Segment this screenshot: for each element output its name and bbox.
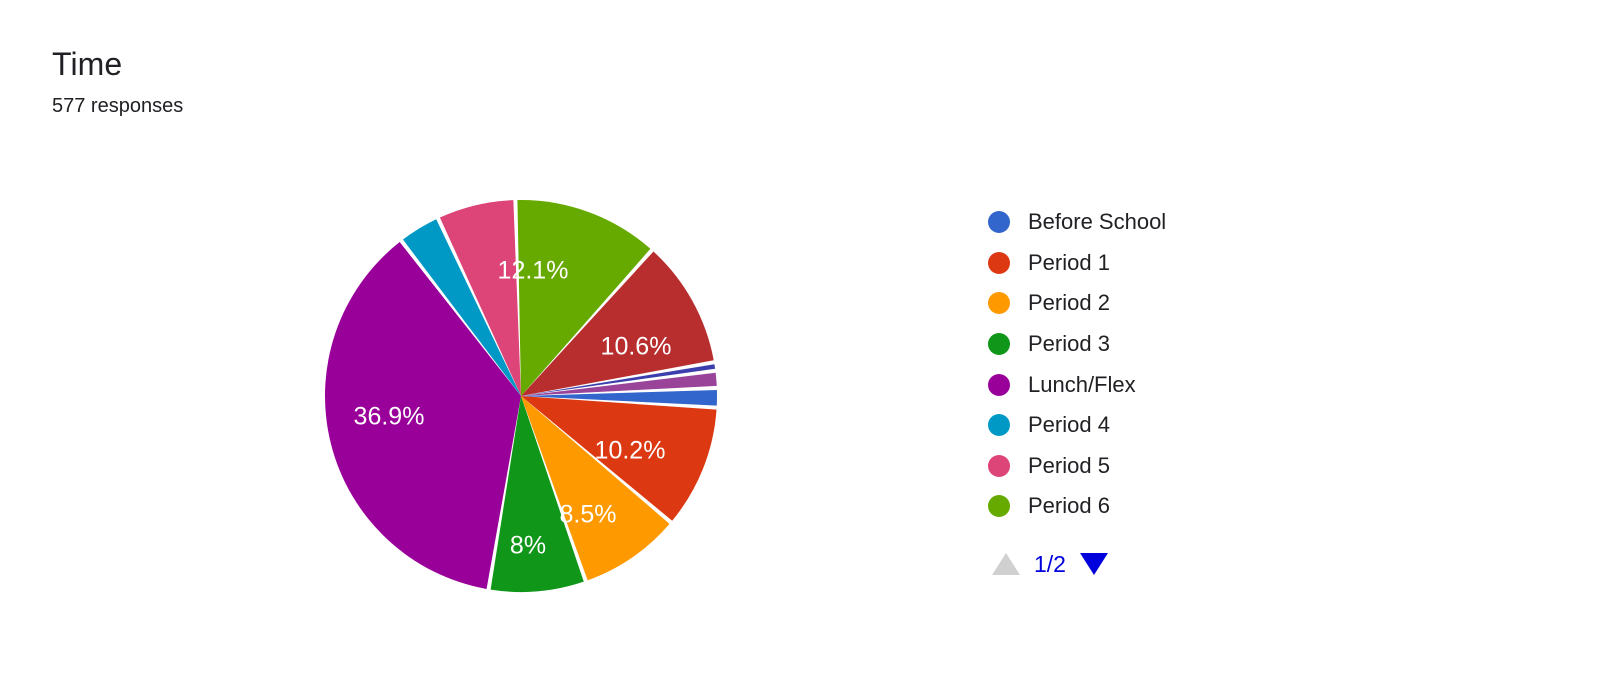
chart-area: 12.1% 10.6% 10.2% 8.5% 8% 36.9% Before School… — [0, 150, 1600, 620]
pie-slice-label: 12.1% — [498, 257, 569, 285]
legend-item-label: Period 3 — [1028, 331, 1110, 357]
response-count: 577 responses — [52, 95, 184, 117]
page-title: Time — [52, 46, 123, 82]
legend-item-label: Period 2 — [1028, 290, 1110, 316]
legend-item[interactable]: Period 5 — [988, 446, 1318, 487]
legend-item-label: Period 4 — [1028, 412, 1110, 438]
chart-header: Time 577 responses — [52, 44, 183, 120]
legend-list: Before School Period 1 Period 2 Period 3 Lun… — [988, 202, 1318, 527]
legend-item-label: Period 5 — [1028, 452, 1110, 478]
triangle-up-icon[interactable] — [992, 553, 1020, 576]
legend-item[interactable]: Lunch/Flex — [988, 364, 1318, 405]
legend-color-swatch — [988, 495, 1010, 518]
pie-chart-card: Time 577 responses 12.1% 10.6% 10.2% 8.5% 8%… — [0, 0, 1600, 673]
legend-color-swatch — [988, 292, 1010, 315]
pie-slice-label: 8% — [510, 532, 546, 560]
legend-item[interactable]: Period 6 — [988, 486, 1318, 527]
legend-pager: 1/2 — [992, 550, 1318, 577]
legend-color-swatch — [988, 251, 1010, 274]
legend-item[interactable]: Period 4 — [988, 405, 1318, 446]
pie-slice-label: 8.5% — [560, 501, 617, 529]
legend-item[interactable]: Before School — [988, 202, 1318, 243]
legend-color-swatch — [988, 373, 1010, 396]
legend-item[interactable]: Period 3 — [988, 324, 1318, 365]
legend-item-label: Period 1 — [1028, 249, 1110, 275]
triangle-down-icon[interactable] — [1079, 553, 1108, 576]
pie-slice-label: 10.6% — [601, 333, 672, 361]
legend-color-swatch — [988, 454, 1010, 477]
legend-color-swatch — [988, 414, 1010, 437]
legend-item-label: Period 6 — [1028, 493, 1110, 519]
legend-color-swatch — [988, 333, 1010, 356]
legend-color-swatch — [988, 211, 1010, 234]
pie-slice-label: 36.9% — [354, 403, 425, 431]
pie-chart[interactable]: 12.1% 10.6% 10.2% 8.5% 8% 36.9% — [300, 180, 740, 600]
legend-item[interactable]: Period 1 — [988, 243, 1318, 284]
legend-page-count: 1/2 — [1034, 550, 1066, 577]
legend-item[interactable]: Period 2 — [988, 283, 1318, 324]
pie-slice-label: 10.2% — [595, 437, 666, 465]
legend-item-label: Lunch/Flex — [1028, 371, 1136, 397]
pie-chart-svg[interactable]: 12.1% 10.6% 10.2% 8.5% 8% 36.9% — [300, 180, 740, 600]
chart-legend: Before School Period 1 Period 2 Period 3 Lun… — [988, 202, 1318, 576]
legend-item-label: Before School — [1028, 209, 1167, 235]
